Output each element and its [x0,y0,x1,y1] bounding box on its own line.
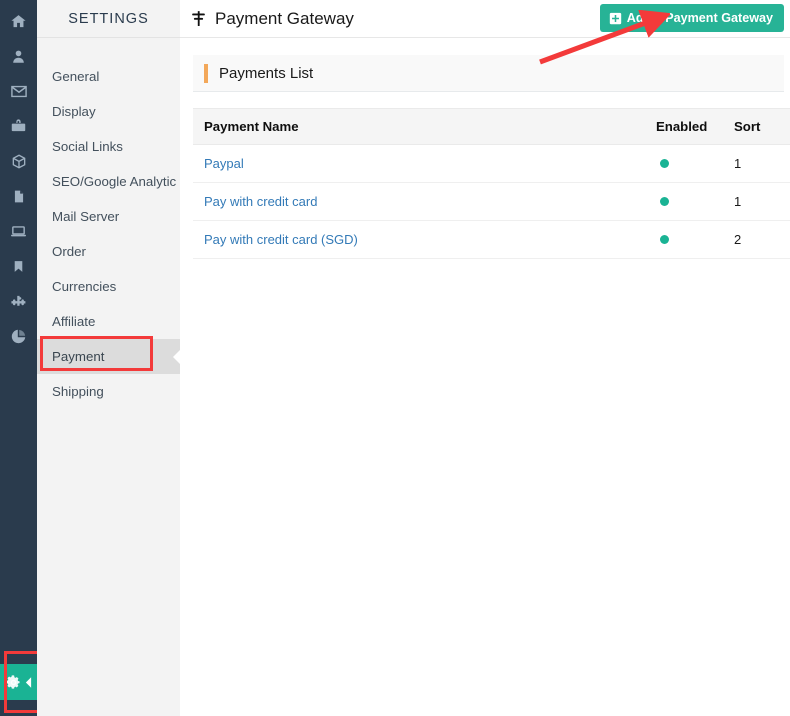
sidebar-item-social-links[interactable]: Social Links [37,129,180,164]
settings-menu: General Display Social Links SEO/Google … [37,38,180,409]
table-head: Payment Name Enabled Sort [193,108,790,145]
cell-sort: 1 [723,144,790,183]
file-icon[interactable] [0,179,37,214]
payments-table: Payment Name Enabled Sort Paypal 1 Pay w… [193,108,790,259]
panel-title: Payments List [219,64,314,82]
table-row: Paypal 1 [193,144,790,183]
user-icon[interactable] [0,39,37,74]
sidebar-item-order[interactable]: Order [37,234,180,269]
panel-heading: Payments List [193,55,784,92]
column-header-payment-name[interactable]: Payment Name [193,108,645,145]
settings-sidebar: SETTINGS General Display Social Links SE… [37,0,180,716]
payment-name-link[interactable]: Pay with credit card [204,194,317,209]
cell-enabled [645,182,723,221]
cell-enabled [645,144,723,183]
envelope-icon[interactable] [0,74,37,109]
cell-payment-name: Pay with credit card [193,182,645,221]
sliders-icon [190,10,207,27]
column-header-sort[interactable]: Sort [723,108,790,145]
status-dot-enabled [660,159,669,168]
cell-enabled [645,220,723,259]
status-dot-enabled [660,197,669,206]
page-header: Payment Gateway Add a Payment Gateway [180,0,790,38]
sidebar-item-currencies[interactable]: Currencies [37,269,180,304]
laptop-icon[interactable] [0,214,37,249]
gear-icon [5,674,22,691]
icon-rail-list [0,0,37,354]
app-window: SETTINGS General Display Social Links SE… [0,0,790,716]
settings-gear-button[interactable] [0,664,37,700]
add-payment-gateway-button[interactable]: Add a Payment Gateway [599,4,784,32]
sidebar-item-display[interactable]: Display [37,94,180,129]
main-content: Payment Gateway Add a Payment Gateway Pa… [180,0,790,716]
sidebar-item-shipping[interactable]: Shipping [37,374,180,409]
payments-panel: Payments List Payment Name Enabled Sort … [193,55,790,259]
payment-name-link[interactable]: Pay with credit card (SGD) [204,232,358,247]
sidebar-item-general[interactable]: General [37,59,180,94]
icon-rail [0,0,37,716]
page-title-wrap: Payment Gateway [190,9,354,29]
add-payment-gateway-label: Add a Payment Gateway [626,11,773,25]
sidebar-item-affiliate[interactable]: Affiliate [37,304,180,339]
box-icon[interactable] [0,144,37,179]
cell-payment-name: Pay with credit card (SGD) [193,220,645,259]
settings-title: SETTINGS [37,0,180,38]
status-dot-enabled [660,235,669,244]
chevron-left-icon [25,676,32,688]
cell-payment-name: Paypal [193,144,645,183]
puzzle-icon[interactable] [0,284,37,319]
sidebar-item-seo-google-analytic[interactable]: SEO/Google Analytic [37,164,180,199]
column-header-enabled[interactable]: Enabled [645,108,723,145]
payment-name-link[interactable]: Paypal [204,156,244,171]
briefcase-icon[interactable] [0,109,37,144]
table-row: Pay with credit card 1 [193,182,790,221]
table-body: Paypal 1 Pay with credit card 1 Pay with… [193,144,790,259]
table-header-row: Payment Name Enabled Sort [193,108,790,145]
cell-sort: 2 [723,220,790,259]
sidebar-item-mail-server[interactable]: Mail Server [37,199,180,234]
sidebar-item-payment[interactable]: Payment [37,339,180,374]
cell-sort: 1 [723,182,790,221]
page-title: Payment Gateway [215,8,354,28]
pie-chart-icon[interactable] [0,319,37,354]
table-row: Pay with credit card (SGD) 2 [193,220,790,259]
panel-accent-bar [204,63,208,83]
home-icon[interactable] [0,4,37,39]
plus-square-icon [609,12,622,25]
bookmark-icon[interactable] [0,249,37,284]
